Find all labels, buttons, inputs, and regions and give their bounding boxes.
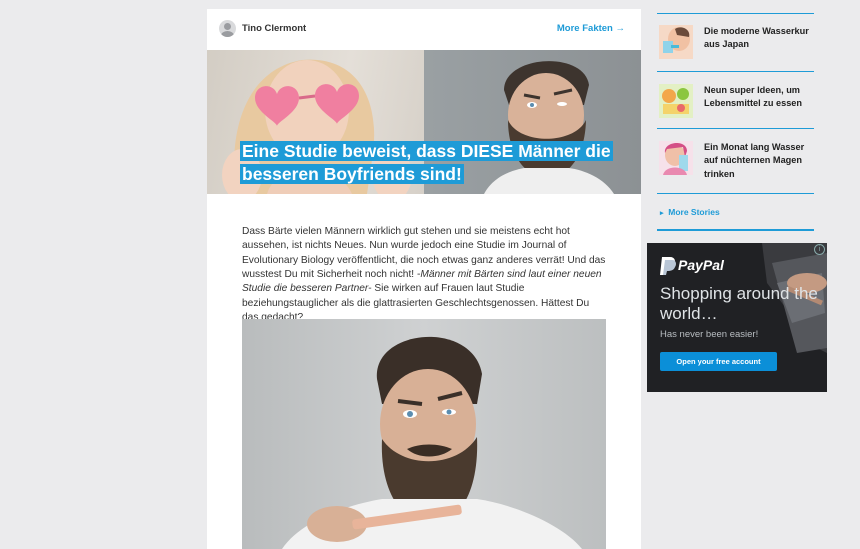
sidebar-thumb-wasser-magen: [659, 141, 693, 175]
sidebar-title-wasser-magen[interactable]: Ein Monat lang Wasser auf nüchternen Mag…: [704, 141, 814, 181]
article-body: Dass Bärte vielen Männern wirklich gut s…: [242, 225, 608, 325]
sidebar-thumb-wasserkur: [659, 25, 693, 59]
paypal-brand: PayPal: [678, 257, 724, 273]
sidebar-item-lebensmittel[interactable]: Neun super Ideen, um Lebensmittel zu ess…: [657, 84, 814, 124]
hero-image[interactable]: Eine Studie beweist, dass DIESE Männer d…: [207, 50, 641, 194]
sidebar-thumb-lebensmittel: [659, 84, 693, 118]
caret-right-icon: ▸: [660, 210, 664, 217]
sidebar-divider: [657, 128, 814, 129]
author-avatar[interactable]: [219, 20, 236, 37]
open-account-button[interactable]: Open your free account: [660, 352, 777, 371]
ad-headline: Shopping around the world…: [660, 284, 818, 323]
sidebar-stories: Die moderne Wasserkur aus Japan Neun sup…: [657, 0, 814, 240]
sidebar-title-wasserkur[interactable]: Die moderne Wasserkur aus Japan: [704, 25, 814, 52]
ad-info-icon[interactable]: i: [814, 244, 825, 255]
more-stories-label: More Stories: [668, 207, 720, 217]
more-facts-link[interactable]: More Fakten →: [557, 23, 625, 34]
sidebar-item-wasser-magen[interactable]: Ein Monat lang Wasser auf nüchternen Mag…: [657, 141, 814, 181]
article-header: Tino Clermont More Fakten →: [207, 9, 641, 50]
paypal-ad[interactable]: i PayPal Shopping around the world… Has …: [647, 243, 827, 392]
article-card: Tino Clermont More Fakten → Eine Studie …: [207, 9, 641, 549]
sidebar-divider: [657, 193, 814, 194]
sidebar-item-wasserkur[interactable]: Die moderne Wasserkur aus Japan: [657, 25, 814, 65]
sidebar-divider: [657, 71, 814, 72]
ad-subline: Has never been easier!: [660, 329, 759, 340]
more-stories-link[interactable]: ▸ More Stories: [660, 207, 720, 217]
sidebar-title-lebensmittel[interactable]: Neun super Ideen, um Lebensmittel zu ess…: [704, 84, 814, 111]
author-name[interactable]: Tino Clermont: [242, 23, 306, 34]
article-image-bearded-man[interactable]: [242, 319, 606, 549]
sidebar-divider: [657, 13, 814, 14]
sidebar-divider-bottom: [657, 229, 814, 231]
article-title: Eine Studie beweist, dass DIESE Männer d…: [240, 141, 613, 184]
